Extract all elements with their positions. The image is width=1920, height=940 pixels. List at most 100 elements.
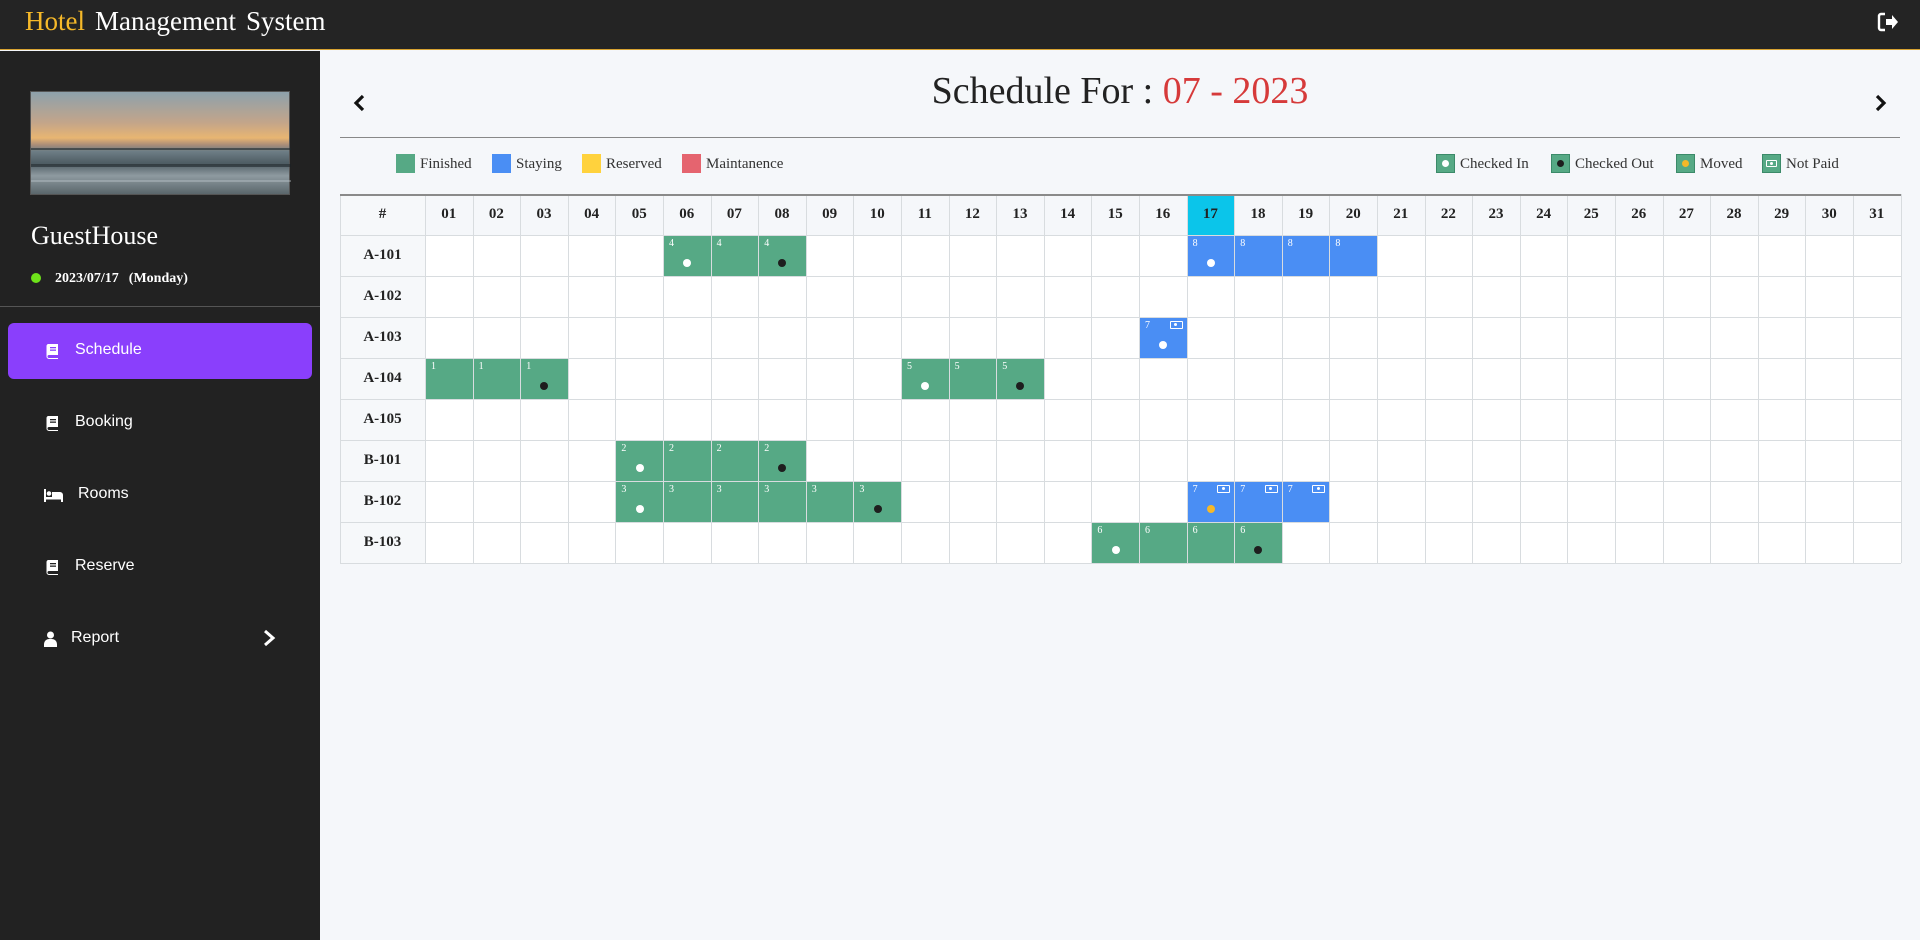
schedule-title: Schedule For : 07 - 2023 xyxy=(660,69,1580,113)
booking-cell[interactable]: 5 xyxy=(902,359,949,399)
online-status-dot xyxy=(31,272,41,283)
booking-number: 3 xyxy=(811,484,817,495)
day-header[interactable]: 31 xyxy=(1853,194,1901,235)
booking-cell[interactable]: 6 xyxy=(1140,523,1187,563)
grid-col-line xyxy=(1900,194,1902,563)
day-header[interactable]: 04 xyxy=(568,194,616,235)
day-header[interactable]: 13 xyxy=(996,194,1044,235)
booking-cell[interactable]: 2 xyxy=(616,441,663,481)
booking-cell[interactable]: 1 xyxy=(521,359,568,399)
booking-cell[interactable]: 4 xyxy=(711,236,759,276)
day-header[interactable]: 27 xyxy=(1663,194,1711,235)
booking-number: 8 xyxy=(1240,238,1246,249)
booking-cell[interactable]: 5 xyxy=(997,359,1044,399)
chevron-left-icon[interactable] xyxy=(346,89,374,117)
sidebar-item-booking[interactable]: Booking xyxy=(8,395,312,451)
day-header[interactable]: 03 xyxy=(520,194,568,235)
room-label[interactable]: A-103 xyxy=(340,317,425,358)
room-label[interactable]: B-103 xyxy=(340,522,425,563)
day-header[interactable]: 22 xyxy=(1425,194,1473,235)
day-header[interactable]: 10 xyxy=(853,194,901,235)
booking-cell[interactable]: 3 xyxy=(711,482,759,522)
day-header[interactable]: 21 xyxy=(1377,194,1425,235)
booking-cell[interactable]: 6 xyxy=(1235,523,1282,563)
grid-col-line xyxy=(340,194,341,563)
booking-number: 5 xyxy=(1002,361,1008,372)
day-header[interactable]: 07 xyxy=(711,194,759,235)
room-label[interactable]: B-101 xyxy=(340,440,425,481)
room-label[interactable]: A-101 xyxy=(340,235,425,276)
booking-number: 7 xyxy=(1287,484,1293,495)
day-header[interactable]: 15 xyxy=(1091,194,1139,235)
booking-cell[interactable]: 7 xyxy=(1235,482,1282,522)
booking-cell[interactable]: 8 xyxy=(1187,236,1235,276)
booking-cell[interactable]: 6 xyxy=(1092,523,1139,563)
room-label[interactable]: B-102 xyxy=(340,481,425,522)
sign-out-icon[interactable] xyxy=(1876,10,1900,34)
day-header[interactable]: 25 xyxy=(1567,194,1615,235)
booking-cell[interactable]: 8 xyxy=(1330,236,1377,276)
day-header[interactable]: 17 xyxy=(1186,194,1235,235)
booking-cell[interactable]: 3 xyxy=(616,482,663,522)
booking-number: 8 xyxy=(1287,238,1293,249)
room-label[interactable]: A-105 xyxy=(340,399,425,440)
day-header[interactable]: 14 xyxy=(1044,194,1092,235)
booking-cell[interactable]: 8 xyxy=(1282,236,1330,276)
room-label[interactable]: A-102 xyxy=(340,276,425,317)
sidebar-item-label: Reserve xyxy=(75,557,135,574)
sidebar-item-rooms[interactable]: Rooms xyxy=(8,467,312,523)
sidebar-item-report[interactable]: Report xyxy=(8,611,312,667)
booking-cell[interactable]: 3 xyxy=(854,482,901,522)
booking-number: 2 xyxy=(621,443,627,454)
booking-cell[interactable]: 7 xyxy=(1187,482,1235,522)
day-header[interactable]: 24 xyxy=(1520,194,1568,235)
checked-out-dot-icon xyxy=(540,382,549,390)
booking-cell[interactable]: 3 xyxy=(759,482,806,522)
day-header[interactable]: 30 xyxy=(1805,194,1853,235)
day-header[interactable]: 23 xyxy=(1472,194,1520,235)
booking-cell[interactable]: 1 xyxy=(426,359,473,399)
day-header[interactable]: 02 xyxy=(473,194,521,235)
day-header[interactable]: 06 xyxy=(663,194,711,235)
property-name: GuestHouse xyxy=(31,221,159,250)
day-header[interactable]: 26 xyxy=(1615,194,1663,235)
booking-cell[interactable]: 7 xyxy=(1140,318,1187,358)
room-label[interactable]: A-104 xyxy=(340,358,425,399)
cash-icon xyxy=(1169,321,1183,329)
sidebar-item-reserve[interactable]: Reserve xyxy=(8,539,312,595)
day-header[interactable]: 11 xyxy=(901,194,949,235)
booking-cell[interactable]: 2 xyxy=(664,441,711,481)
day-header[interactable]: 18 xyxy=(1234,194,1282,235)
app-title-management: Management xyxy=(95,6,236,36)
day-header[interactable]: 29 xyxy=(1758,194,1806,235)
day-header[interactable]: 08 xyxy=(758,194,806,235)
booking-cell[interactable]: 6 xyxy=(1187,523,1235,563)
booking-cell[interactable]: 3 xyxy=(806,482,854,522)
booking-cell[interactable]: 2 xyxy=(759,441,806,481)
booking-cell[interactable]: 4 xyxy=(759,236,806,276)
booking-cell[interactable]: 8 xyxy=(1235,236,1282,276)
booking-cell[interactable]: 3 xyxy=(664,482,711,522)
booking-cell[interactable]: 7 xyxy=(1282,482,1330,522)
day-header[interactable]: 16 xyxy=(1139,194,1187,235)
booking-number: 7 xyxy=(1145,320,1150,331)
day-header[interactable]: 28 xyxy=(1710,194,1758,235)
chevron-right-icon[interactable] xyxy=(1866,89,1894,117)
booking-cell[interactable]: 4 xyxy=(664,236,711,276)
day-header[interactable]: 20 xyxy=(1329,194,1377,235)
day-header[interactable]: 19 xyxy=(1282,194,1330,235)
day-header[interactable]: 01 xyxy=(425,194,473,235)
book-icon xyxy=(44,559,60,575)
booking-cell[interactable]: 2 xyxy=(711,441,759,481)
day-header[interactable]: 09 xyxy=(806,194,854,235)
legend-label: Reserved xyxy=(606,156,662,172)
day-header[interactable]: 12 xyxy=(949,194,997,235)
booking-cell[interactable]: 5 xyxy=(949,359,997,399)
booking-cell[interactable]: 1 xyxy=(473,359,521,399)
grid-top-border xyxy=(340,194,1901,196)
sidebar-item-schedule[interactable]: Schedule xyxy=(8,323,312,379)
checked-in-dot-icon xyxy=(1159,341,1168,349)
checked-in-dot-icon xyxy=(683,259,692,267)
booking-number: 4 xyxy=(764,238,770,249)
day-header[interactable]: 05 xyxy=(615,194,663,235)
